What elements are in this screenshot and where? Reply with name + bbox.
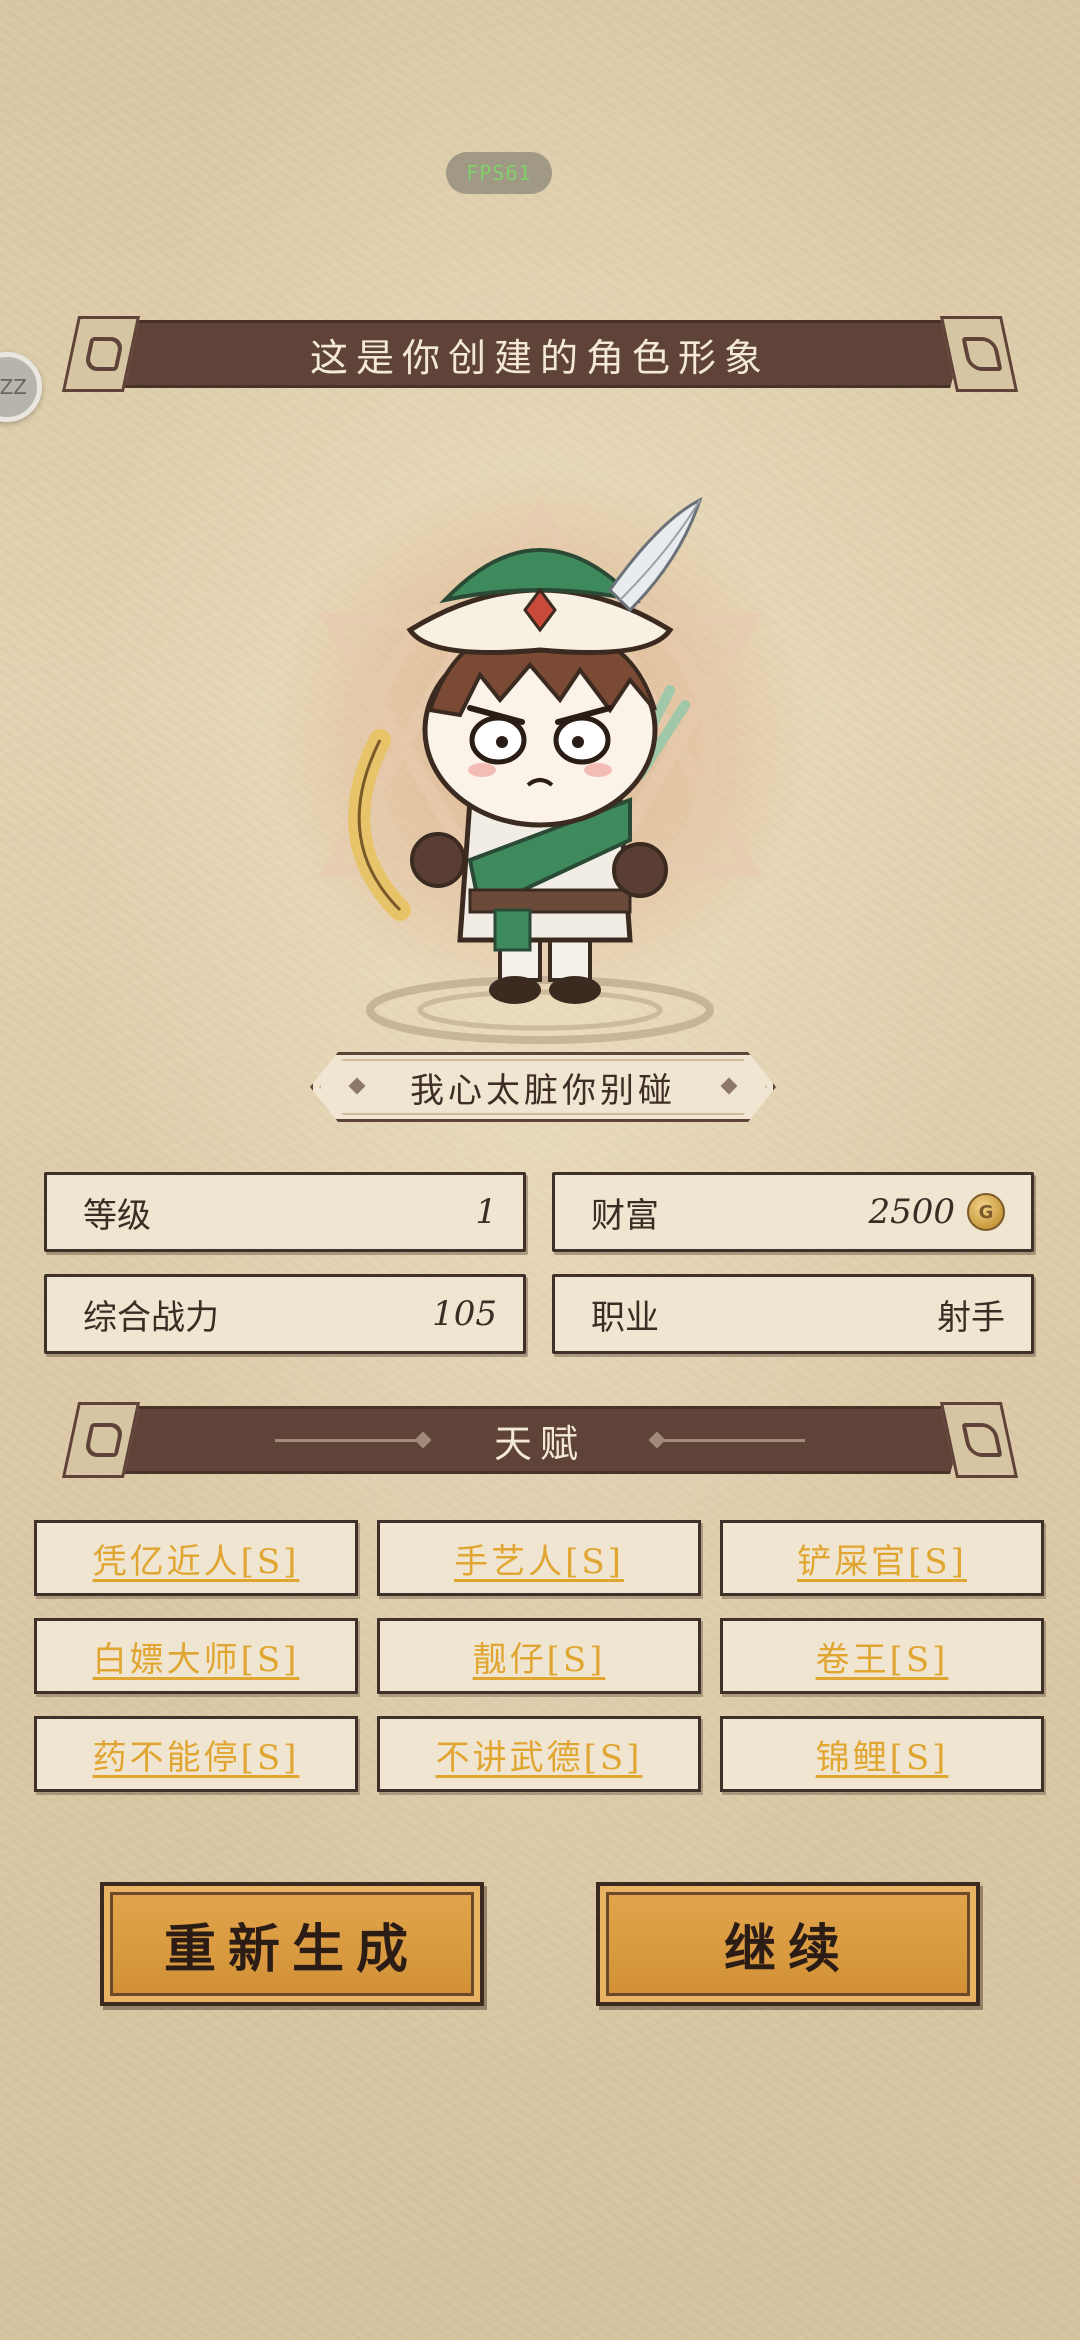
talent-item[interactable]: 不讲武德[S] <box>377 1716 701 1792</box>
stat-power: 综合战力 105 <box>44 1274 526 1354</box>
page-title: 这是你创建的角色形象 <box>309 335 770 380</box>
side-float-button[interactable]: ZZ <box>0 352 42 422</box>
stat-wealth-label: 财富 <box>591 1195 659 1236</box>
talent-item[interactable]: 药不能停[S] <box>34 1716 358 1792</box>
stat-level: 等级 1 <box>44 1172 526 1252</box>
archer-character-illustration <box>317 496 763 1044</box>
talent-item[interactable]: 靓仔[S] <box>377 1618 701 1694</box>
stat-job: 职业 射手 <box>552 1274 1034 1354</box>
title-banner: 这是你创建的角色形象 <box>61 316 1019 392</box>
character-name-plate: 我心太脏你别碰 <box>310 1052 776 1122</box>
stat-wealth-value: 2500 <box>868 1192 955 1232</box>
stat-power-label: 综合战力 <box>83 1297 219 1338</box>
continue-button[interactable]: 继续 <box>596 1882 980 2006</box>
talent-item[interactable]: 铲屎官[S] <box>720 1520 1044 1596</box>
talent-banner: 天赋 <box>61 1402 1019 1478</box>
talent-item[interactable]: 手艺人[S] <box>377 1520 701 1596</box>
regenerate-button[interactable]: 重新生成 <box>100 1882 484 2006</box>
talent-item[interactable]: 凭亿近人[S] <box>34 1520 358 1596</box>
talent-item[interactable]: 锦鲤[S] <box>720 1716 1044 1792</box>
character-display <box>230 440 850 1060</box>
talent-title: 天赋 <box>493 1421 586 1466</box>
stat-power-value: 105 <box>432 1294 497 1334</box>
stat-wealth: 财富 2500 G <box>552 1172 1034 1252</box>
stat-level-label: 等级 <box>83 1195 151 1236</box>
stat-level-value: 1 <box>475 1192 497 1232</box>
fps-counter: FPS61 <box>446 152 552 194</box>
coin-icon: G <box>967 1193 1005 1231</box>
stat-job-label: 职业 <box>591 1297 659 1338</box>
talent-item[interactable]: 卷王[S] <box>720 1618 1044 1694</box>
talent-item[interactable]: 白嫖大师[S] <box>34 1618 358 1694</box>
stat-job-value: 射手 <box>937 1297 1005 1338</box>
character-name: 我心太脏你别碰 <box>410 1070 676 1111</box>
